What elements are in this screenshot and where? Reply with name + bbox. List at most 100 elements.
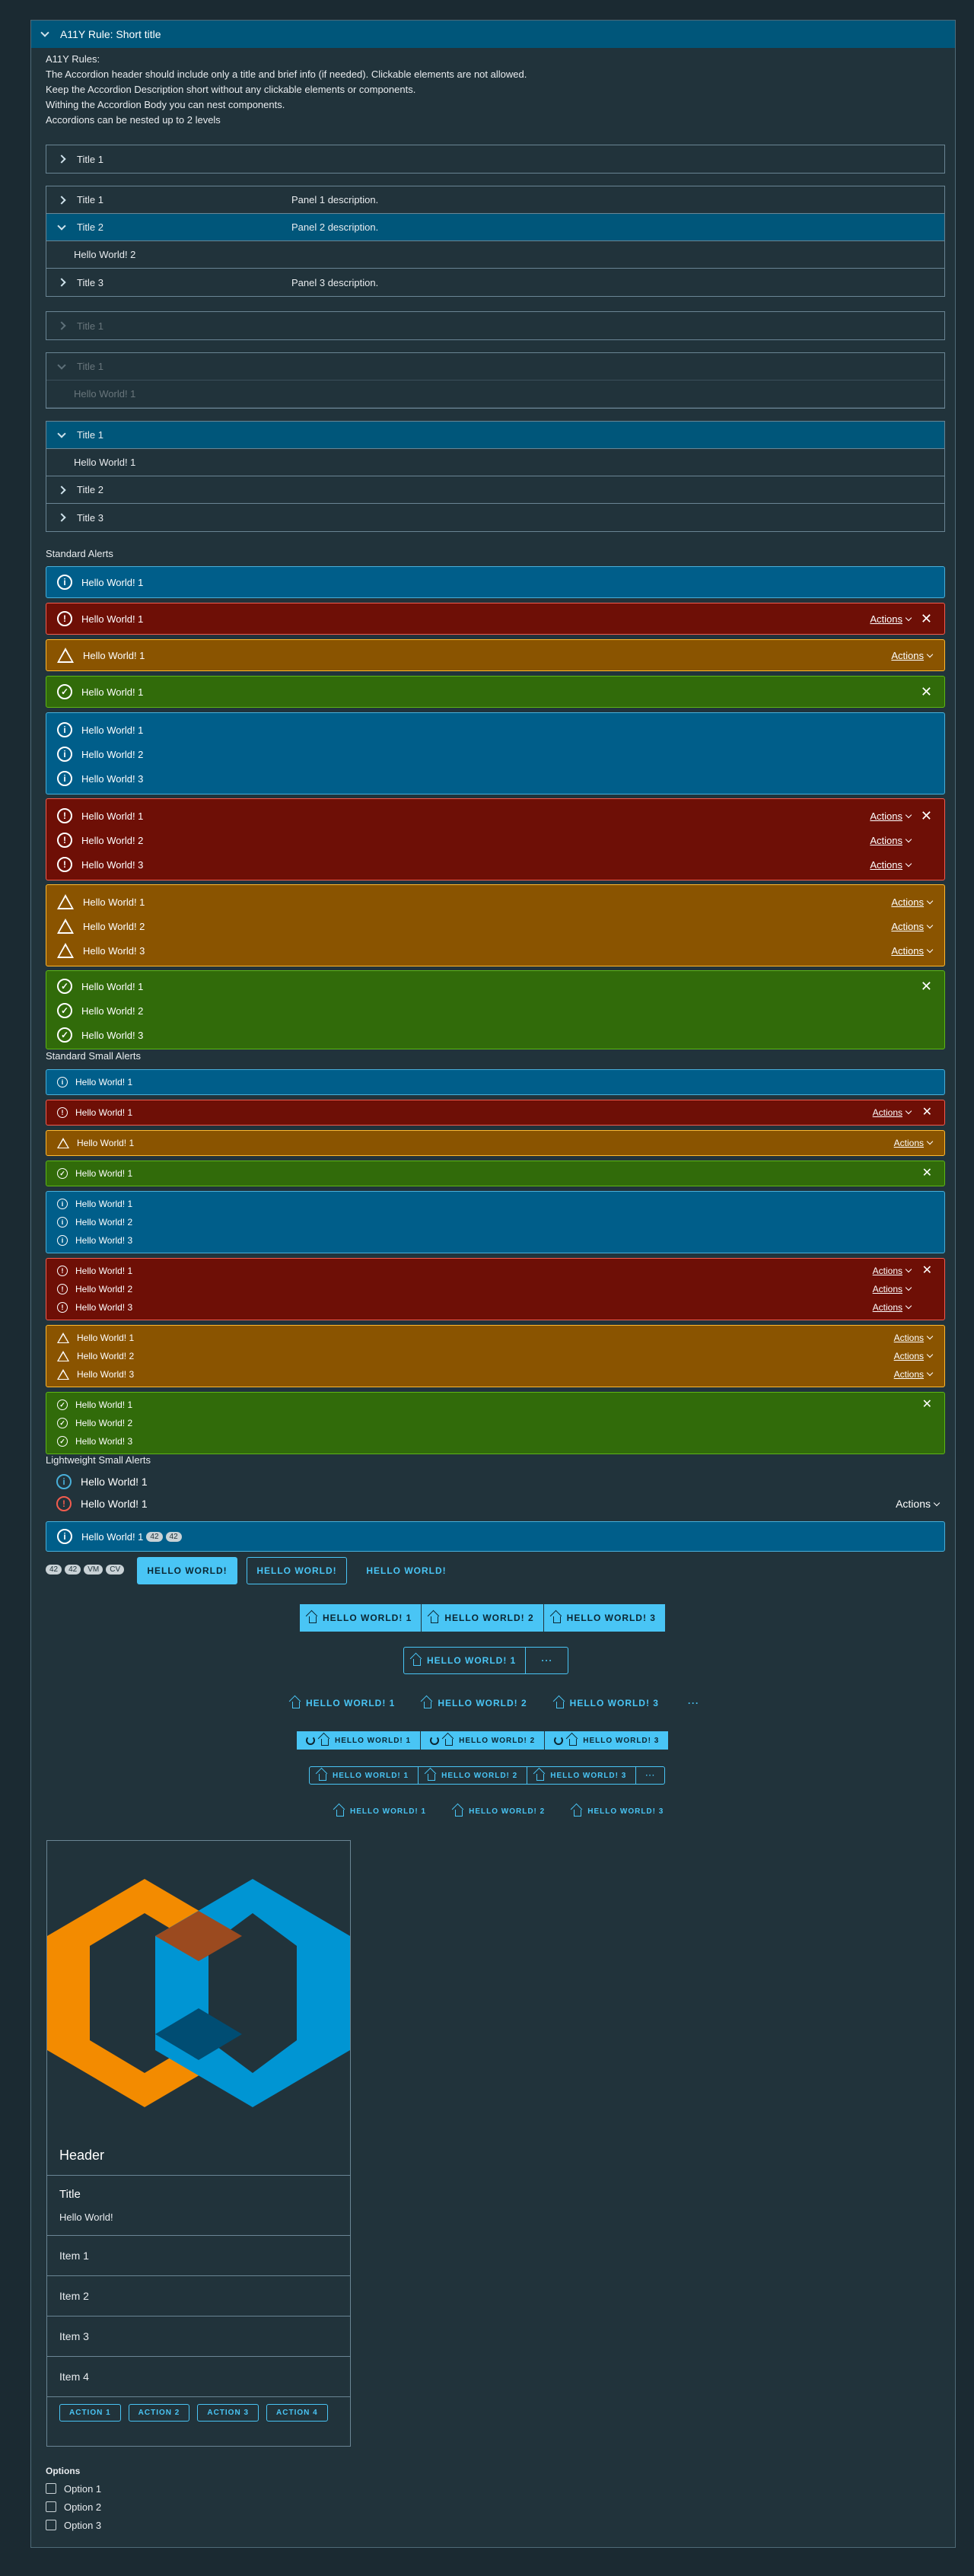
actions-dropdown[interactable]: Actions xyxy=(896,1498,939,1510)
warning-icon xyxy=(57,894,74,909)
actions-dropdown[interactable]: Actions xyxy=(894,1351,932,1361)
accordion-header[interactable]: Title 2 xyxy=(46,476,944,504)
close-icon[interactable]: ✕ xyxy=(922,1398,932,1412)
accordion-multi: Title 1 Hello World! 1 Title 2 Title 3 xyxy=(46,421,945,532)
actions-dropdown[interactable]: Actions xyxy=(891,921,932,932)
group-button[interactable]: HELLO WORLD! 2 xyxy=(419,1767,528,1784)
accordion-header[interactable]: Title 1 Panel 1 description. xyxy=(46,186,944,214)
group-button[interactable]: HELLO WORLD! 1 xyxy=(310,1767,419,1784)
alert-text: Hello World! 1 xyxy=(81,613,144,625)
close-icon[interactable]: ✕ xyxy=(922,1167,932,1180)
actions-dropdown[interactable]: Actions xyxy=(873,1284,911,1294)
home-icon xyxy=(428,1773,436,1781)
home-icon xyxy=(536,1773,545,1781)
group-button[interactable]: HELLO WORLD! 2 xyxy=(415,1689,536,1717)
small-alert-info: i Hello World! 1 xyxy=(46,1069,945,1095)
chevron-down-icon xyxy=(57,428,66,438)
group-button-label: HELLO WORLD! 2 xyxy=(459,1736,536,1745)
card-header: Header xyxy=(47,2136,350,2176)
group-button-label: HELLO WORLD! 1 xyxy=(350,1807,427,1816)
card-action-button[interactable]: ACTION 4 xyxy=(266,2403,328,2422)
actions-dropdown[interactable]: Actions xyxy=(870,859,911,871)
group-button[interactable]: HELLO WORLD! 2 xyxy=(446,1802,554,1820)
outer-accordion-header[interactable]: A11Y Rule: Short title xyxy=(31,21,955,48)
check-circle-icon: ✓ xyxy=(57,979,72,994)
actions-dropdown[interactable]: Actions xyxy=(870,810,911,822)
flat-button[interactable]: HELLO WORLD! xyxy=(356,1557,457,1584)
close-icon[interactable]: ✕ xyxy=(921,979,932,993)
accordion-header[interactable]: Title 3 xyxy=(46,504,944,531)
option-label: Option 2 xyxy=(64,2501,102,2513)
group-button[interactable]: HELLO WORLD! 1 xyxy=(297,1731,422,1750)
overflow-menu-button[interactable]: ··· xyxy=(526,1648,568,1673)
accordion-body: Hello World! 1 xyxy=(46,449,944,476)
group-button[interactable]: HELLO WORLD! 1 xyxy=(300,1604,422,1632)
group-button[interactable]: HELLO WORLD! 3 xyxy=(547,1689,668,1717)
accordion-title: Title 2 xyxy=(77,484,103,495)
actions-dropdown[interactable]: Actions xyxy=(894,1369,932,1380)
group-button-label: HELLO WORLD! 1 xyxy=(427,1655,517,1666)
info-icon: i xyxy=(57,747,72,762)
chevron-right-icon xyxy=(57,485,66,495)
group-button[interactable]: HELLO WORLD! 1 xyxy=(327,1802,435,1820)
group-button[interactable]: HELLO WORLD! 3 xyxy=(527,1767,637,1784)
actions-dropdown[interactable]: Actions xyxy=(891,896,932,908)
card-action-button[interactable]: ACTION 3 xyxy=(197,2403,259,2422)
option-checkbox[interactable]: Option 2 xyxy=(46,2498,101,2516)
card-action-button[interactable]: ACTION 2 xyxy=(128,2403,190,2422)
button-group-outline: HELLO WORLD! 1 ··· xyxy=(403,1647,569,1674)
actions-dropdown[interactable]: Actions xyxy=(891,650,932,661)
group-button[interactable]: HELLO WORLD! 2 xyxy=(421,1731,546,1750)
group-button[interactable]: HELLO WORLD! 3 xyxy=(565,1802,673,1820)
actions-dropdown[interactable]: Actions xyxy=(870,613,911,625)
actions-dropdown[interactable]: Actions xyxy=(873,1266,911,1276)
check-circle-icon: ✓ xyxy=(57,1436,68,1447)
overflow-menu-button[interactable]: ··· xyxy=(679,1689,708,1717)
group-button[interactable]: HELLO WORLD! 2 xyxy=(422,1604,544,1632)
options-label: Options xyxy=(46,2466,81,2476)
accordion-single: Title 1 xyxy=(46,145,945,174)
primary-button[interactable]: HELLO WORLD! xyxy=(137,1557,237,1584)
option-checkbox[interactable]: Option 3 xyxy=(46,2516,101,2534)
alert-text: Hello World! 3 xyxy=(75,1235,133,1246)
accordion-header[interactable]: Title 3 Panel 3 description. xyxy=(46,269,944,296)
close-icon[interactable]: ✕ xyxy=(922,1264,932,1278)
spinner-icon xyxy=(430,1736,440,1745)
overflow-menu-button[interactable]: ··· xyxy=(636,1767,664,1784)
button-group-primary: HELLO WORLD! 1 HELLO WORLD! 2 HELLO WORL… xyxy=(300,1604,665,1632)
chevron-down-icon xyxy=(57,360,66,370)
actions-dropdown[interactable]: Actions xyxy=(894,1333,932,1343)
lightweight-alert-danger: ! Hello World! 1 Actions xyxy=(56,1496,939,1511)
group-button[interactable]: HELLO WORLD! 1 xyxy=(283,1689,404,1717)
chevron-right-icon xyxy=(57,195,66,205)
info-icon: i xyxy=(57,1199,68,1209)
group-button[interactable]: HELLO WORLD! 3 xyxy=(545,1731,669,1750)
accordion-header[interactable]: Title 1 xyxy=(46,145,944,173)
accordion-description: Panel 3 description. xyxy=(291,276,379,288)
close-icon[interactable]: ✕ xyxy=(922,1106,932,1119)
close-icon[interactable]: ✕ xyxy=(921,612,932,626)
outline-button[interactable]: HELLO WORLD! xyxy=(247,1557,347,1584)
alert-info-with-badges: i Hello World! 1 42 42 xyxy=(46,1521,945,1552)
actions-dropdown[interactable]: Actions xyxy=(891,945,932,957)
small-alert-danger-multi: ! Hello World! 1 Actions ✕ ! Hello World! 2 A… xyxy=(46,1258,945,1320)
actions-dropdown[interactable]: Actions xyxy=(870,835,911,846)
accordion-header[interactable]: Title 2 Panel 2 description. xyxy=(46,214,944,241)
option-label: Option 1 xyxy=(64,2482,102,2495)
actions-dropdown[interactable]: Actions xyxy=(894,1138,932,1148)
accordion-header[interactable]: Title 1 xyxy=(46,422,944,449)
card-action-button[interactable]: ACTION 1 xyxy=(59,2403,121,2422)
warning-icon xyxy=(57,648,74,663)
alert-text: Hello World! 2 xyxy=(77,1351,135,1361)
close-icon[interactable]: ✕ xyxy=(921,809,932,823)
group-button[interactable]: HELLO WORLD! 3 xyxy=(543,1604,665,1632)
alert-text: Hello World! 1 xyxy=(75,1077,133,1087)
actions-dropdown[interactable]: Actions xyxy=(873,1107,911,1118)
close-icon[interactable]: ✕ xyxy=(921,685,932,699)
actions-dropdown[interactable]: Actions xyxy=(873,1302,911,1313)
group-button[interactable]: HELLO WORLD! 1 xyxy=(404,1648,527,1673)
small-alert-warning: Hello World! 1 Actions xyxy=(46,1130,945,1156)
option-checkbox[interactable]: Option 1 xyxy=(46,2479,101,2498)
chevron-right-icon xyxy=(57,513,66,522)
alert-text: Hello World! 1 xyxy=(83,896,145,908)
